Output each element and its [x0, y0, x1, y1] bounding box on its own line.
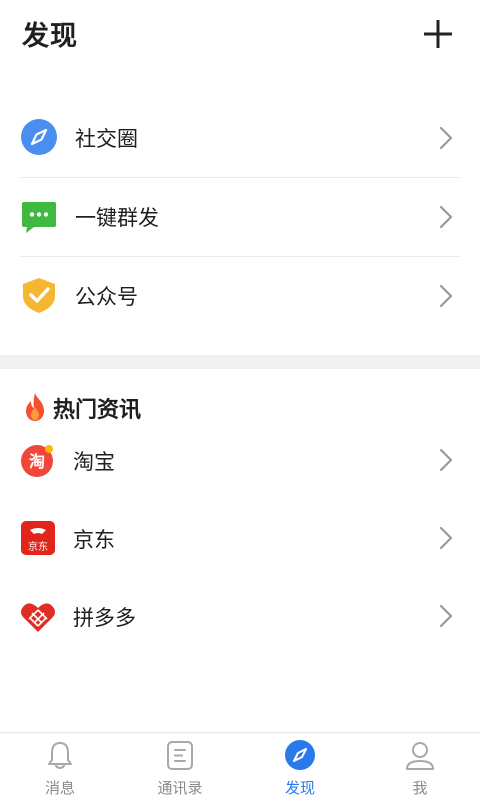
chevron-right-icon	[439, 448, 453, 472]
news-item-pinduoduo[interactable]: 拼多多	[0, 581, 480, 651]
news-item-taobao[interactable]: 淘 淘宝	[0, 425, 480, 495]
pinduoduo-icon	[21, 603, 55, 632]
compass-icon	[21, 119, 57, 155]
section-separator	[0, 355, 480, 369]
menu-item-social-circle[interactable]: 社交圈	[0, 99, 480, 177]
menu-item-official-accounts[interactable]: 公众号	[0, 257, 480, 335]
news-item-label: 京东	[73, 528, 115, 552]
chat-bubble-icon	[22, 202, 56, 233]
chevron-right-icon	[439, 205, 453, 229]
person-icon	[406, 742, 434, 770]
tab-label: 发现	[284, 779, 315, 797]
tab-me[interactable]: 我	[360, 733, 480, 800]
tab-messages[interactable]: 消息	[0, 733, 120, 800]
tab-label: 消息	[44, 779, 75, 797]
fire-icon	[26, 393, 44, 421]
taobao-badge-text: 淘	[29, 452, 45, 471]
menu-item-label: 一键群发	[75, 206, 159, 230]
page-title: 发现	[22, 21, 78, 52]
tab-discover[interactable]: 发现	[240, 733, 360, 800]
plus-icon	[424, 20, 452, 48]
news-item-label: 拼多多	[73, 606, 136, 630]
bell-icon	[48, 742, 72, 769]
menu-item-label: 公众号	[75, 285, 138, 309]
chevron-right-icon	[439, 604, 453, 628]
top-bar: 发现	[0, 0, 480, 70]
compass-icon	[285, 740, 315, 770]
menu-item-label: 社交圈	[75, 127, 138, 151]
tab-label: 通讯录	[157, 779, 203, 797]
chevron-right-icon	[439, 526, 453, 550]
contacts-icon	[167, 741, 193, 770]
bottom-tab-bar: 消息 通讯录 发现 我	[0, 732, 480, 800]
chevron-right-icon	[439, 284, 453, 308]
taobao-icon: 淘	[21, 445, 53, 477]
tab-label: 我	[412, 779, 428, 797]
jd-icon: 京东	[21, 521, 55, 555]
shield-check-icon	[23, 278, 55, 313]
chevron-right-icon	[439, 126, 453, 150]
jd-badge-text: 京东	[28, 540, 48, 553]
menu-item-mass-send[interactable]: 一键群发	[0, 178, 480, 256]
add-button[interactable]	[420, 16, 456, 52]
hot-news-title: 热门资讯	[53, 398, 142, 423]
news-item-jd[interactable]: 京东 京东	[0, 503, 480, 573]
news-item-label: 淘宝	[73, 450, 115, 474]
tab-contacts[interactable]: 通讯录	[120, 733, 240, 800]
